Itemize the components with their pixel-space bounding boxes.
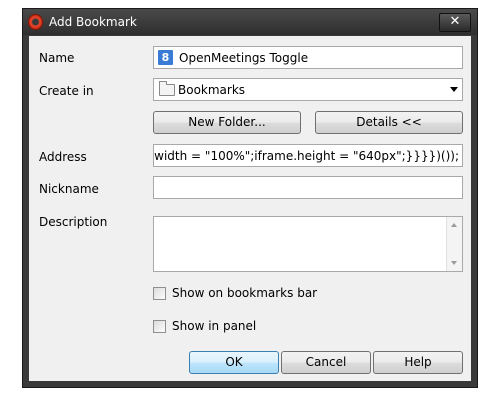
scroll-down-icon[interactable] xyxy=(451,261,457,265)
chevron-down-icon[interactable] xyxy=(450,87,458,92)
show-on-bookmarks-bar-checkbox[interactable] xyxy=(153,287,166,300)
address-field[interactable]: er );}iframe.width = "100%";iframe.heigh… xyxy=(153,144,463,167)
name-label: Name xyxy=(39,51,75,65)
folder-icon xyxy=(159,81,175,96)
details-button[interactable]: Details << xyxy=(315,111,463,134)
address-label: Address xyxy=(39,150,87,164)
scroll-up-icon[interactable] xyxy=(451,223,457,227)
show-in-panel-checkbox[interactable] xyxy=(153,320,166,333)
create-in-selected: Bookmarks xyxy=(178,83,246,97)
description-scrollbar[interactable] xyxy=(446,217,462,271)
opera-logo-icon xyxy=(28,14,43,30)
description-textarea[interactable] xyxy=(153,216,463,272)
dialog-body: Name 8 OpenMeetings Toggle Create in Boo… xyxy=(29,36,471,381)
show-in-panel-label: Show in panel xyxy=(172,319,257,333)
show-on-bookmarks-bar-label: Show on bookmarks bar xyxy=(172,286,318,300)
google-favicon-icon: 8 xyxy=(158,50,173,65)
cancel-button[interactable]: Cancel xyxy=(281,351,371,374)
create-in-label: Create in xyxy=(39,84,94,98)
help-button[interactable]: Help xyxy=(373,351,463,374)
description-label: Description xyxy=(39,215,108,229)
ok-button[interactable]: OK xyxy=(189,351,279,374)
create-in-dropdown[interactable]: Bookmarks xyxy=(153,78,463,101)
close-button[interactable]: ✕ xyxy=(439,13,471,32)
address-value: er );}iframe.width = "100%";iframe.heigh… xyxy=(154,149,459,163)
name-value: OpenMeetings Toggle xyxy=(179,51,309,65)
nickname-field[interactable] xyxy=(153,176,463,199)
nickname-label: Nickname xyxy=(39,182,99,196)
new-folder-button[interactable]: New Folder... xyxy=(153,111,301,134)
add-bookmark-dialog: Add Bookmark ✕ Name 8 OpenMeetings Toggl… xyxy=(22,8,478,388)
close-icon: ✕ xyxy=(449,14,461,29)
name-field[interactable]: 8 OpenMeetings Toggle xyxy=(153,46,463,69)
title-bar[interactable]: Add Bookmark ✕ xyxy=(23,9,477,35)
dialog-title: Add Bookmark xyxy=(49,15,137,29)
